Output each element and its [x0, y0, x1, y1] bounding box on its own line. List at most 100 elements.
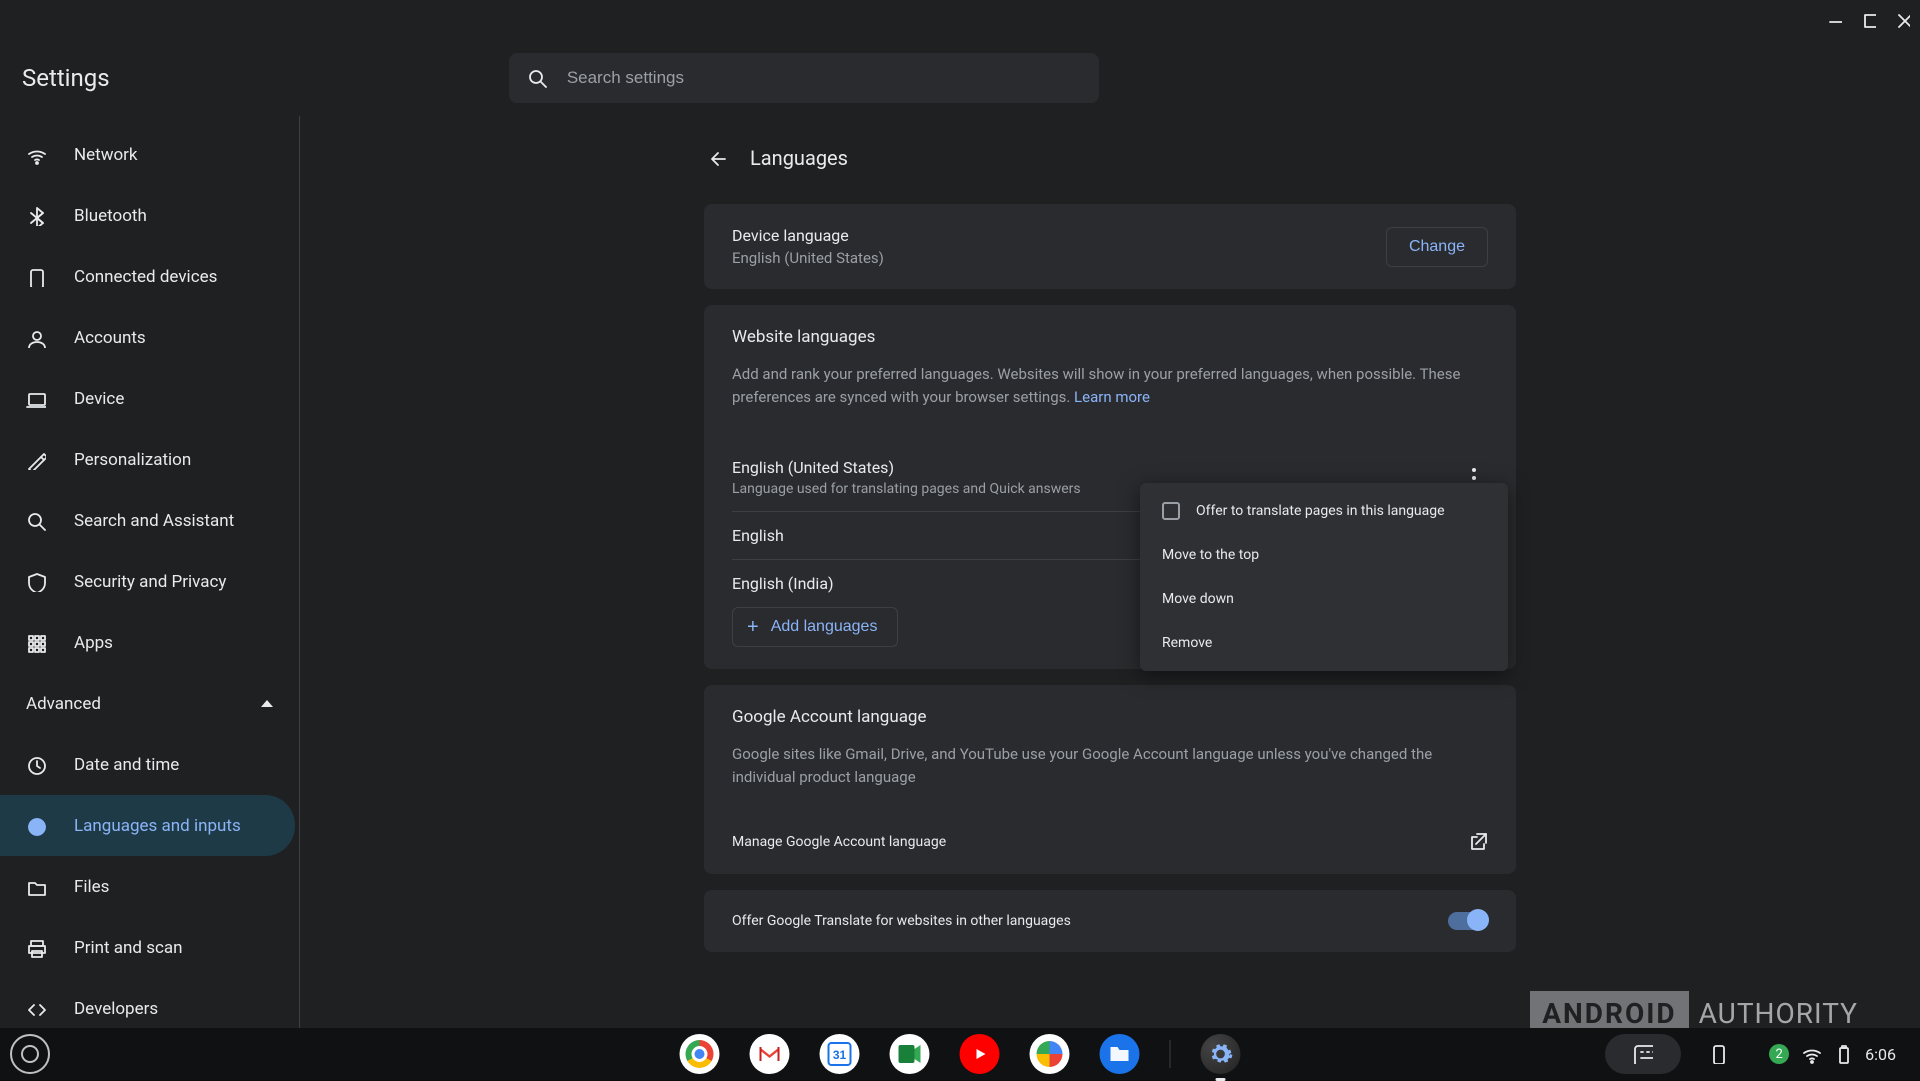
content[interactable]: Languages Device language English (Unite…	[300, 116, 1920, 1038]
status-tray[interactable]: 2 6:06	[1755, 1034, 1910, 1074]
chrome-icon	[686, 1040, 714, 1068]
menu-offer-translate[interactable]: Offer to translate pages in this languag…	[1140, 489, 1508, 533]
back-button[interactable]	[704, 144, 732, 172]
app-title: Settings	[22, 64, 110, 92]
search-icon	[527, 68, 547, 88]
sidebar-advanced-toggle[interactable]: Advanced	[0, 673, 299, 734]
launcher-button[interactable]	[10, 1034, 50, 1074]
search-box[interactable]	[509, 53, 1099, 103]
sidebar-item-print-scan[interactable]: Print and scan	[0, 917, 295, 978]
card-device-language: Device language English (United States) …	[704, 204, 1516, 289]
checkbox-icon[interactable]	[1162, 502, 1180, 520]
page-title: Languages	[750, 146, 848, 170]
sidebar-item-personalization[interactable]: Personalization	[0, 429, 295, 490]
sidebar-item-bluetooth[interactable]: Bluetooth	[0, 185, 295, 246]
shelf-app-files[interactable]	[1100, 1034, 1140, 1074]
sidebar-item-device[interactable]: Device	[0, 368, 295, 429]
shelf-app-photos[interactable]	[1030, 1034, 1070, 1074]
sidebar-item-label: Developers	[74, 999, 158, 1019]
menu-move-down[interactable]: Move down	[1140, 577, 1508, 621]
manage-google-account-language[interactable]: Manage Google Account language	[704, 810, 1516, 874]
search-input[interactable]	[565, 67, 1081, 89]
youtube-icon	[969, 1046, 991, 1062]
sidebar-item-label: Apps	[74, 633, 113, 653]
shelf-app-calendar[interactable]: 31	[820, 1034, 860, 1074]
sidebar-item-network[interactable]: Network	[0, 124, 295, 185]
sidebar-item-label: Languages and inputs	[74, 816, 241, 836]
shelf-app-meet[interactable]	[890, 1034, 930, 1074]
personalization-icon	[26, 450, 48, 470]
keyboard-icon	[1633, 1044, 1653, 1064]
menu-move-top[interactable]: Move to the top	[1140, 533, 1508, 577]
wifi-status-icon	[1801, 1044, 1821, 1064]
shelf-app-settings[interactable]	[1201, 1034, 1241, 1074]
body: Network Bluetooth Connected devices Acco…	[0, 116, 1920, 1038]
minimize-icon	[1826, 10, 1842, 30]
card-google-account-language: Google Account language Google sites lik…	[704, 685, 1516, 874]
language-name: English (India)	[732, 574, 834, 593]
sidebar-item-label: Security and Privacy	[74, 572, 226, 592]
accounts-icon	[26, 328, 48, 348]
card-offer-translate: Offer Google Translate for websites in o…	[704, 890, 1516, 952]
menu-remove[interactable]: Remove	[1140, 621, 1508, 665]
phone-hub-button[interactable]	[1697, 1034, 1739, 1074]
sidebar-item-label: Search and Assistant	[74, 511, 234, 531]
photos-icon	[1037, 1041, 1063, 1067]
phone-icon	[1708, 1044, 1728, 1064]
watermark-authority: AUTHORITY	[1699, 997, 1858, 1030]
change-button[interactable]: Change	[1386, 227, 1488, 267]
sidebar-item-label: Connected devices	[74, 267, 217, 287]
bluetooth-icon	[26, 206, 48, 226]
language-context-menu[interactable]: Offer to translate pages in this languag…	[1140, 483, 1508, 671]
shelf-app-chrome[interactable]	[680, 1034, 720, 1074]
sidebar-item-connected-devices[interactable]: Connected devices	[0, 246, 295, 307]
menu-item-label: Move down	[1162, 591, 1234, 607]
clock-icon	[26, 755, 48, 775]
shelf-status: 2 6:06	[1605, 1034, 1910, 1074]
menu-item-label: Offer to translate pages in this languag…	[1196, 503, 1445, 519]
close-button[interactable]	[1894, 12, 1910, 28]
shelf-app-youtube[interactable]	[960, 1034, 1000, 1074]
svg-text:31: 31	[833, 1048, 847, 1062]
device-language-value: English (United States)	[732, 249, 884, 267]
sidebar-item-apps[interactable]: Apps	[0, 612, 295, 673]
shelf-separator	[1170, 1040, 1171, 1068]
folder-icon	[26, 877, 48, 897]
add-languages-label: Add languages	[771, 618, 878, 636]
shelf-app-gmail[interactable]	[750, 1034, 790, 1074]
maximize-button[interactable]	[1860, 12, 1876, 28]
sidebar-item-label: Personalization	[74, 450, 191, 470]
minimize-button[interactable]	[1826, 12, 1842, 28]
sidebar-item-label: Print and scan	[74, 938, 183, 958]
language-name: English	[732, 526, 784, 545]
maximize-icon	[1860, 10, 1876, 30]
add-languages-button[interactable]: + Add languages	[732, 607, 898, 647]
sidebar-item-search-assistant[interactable]: Search and Assistant	[0, 490, 295, 551]
sidebar-item-languages-inputs[interactable]: Languages and inputs	[0, 795, 295, 856]
files-icon	[1109, 1045, 1131, 1063]
sidebar-item-security-privacy[interactable]: Security and Privacy	[0, 551, 295, 612]
sidebar-item-accounts[interactable]: Accounts	[0, 307, 295, 368]
learn-more-link[interactable]: Learn more	[1074, 388, 1150, 406]
section-title: Website languages	[732, 327, 1488, 347]
menu-item-label: Move to the top	[1162, 547, 1259, 563]
external-link-icon	[1468, 830, 1488, 854]
calendar-icon: 31	[827, 1041, 853, 1067]
page-header: Languages	[704, 128, 1516, 188]
sidebar-item-label: Accounts	[74, 328, 146, 348]
sidebar-item-label: Date and time	[74, 755, 179, 775]
sidebar-advanced-label: Advanced	[26, 694, 101, 714]
globe-icon	[26, 816, 48, 836]
arrow-left-icon	[708, 148, 728, 168]
card-website-languages: Website languages Add and rank your pref…	[704, 305, 1516, 669]
settings-window: Settings Network Bluetooth	[0, 0, 1920, 1038]
sidebar-item-files[interactable]: Files	[0, 856, 295, 917]
sidebar-item-date-time[interactable]: Date and time	[0, 734, 295, 795]
chevron-up-icon	[261, 700, 273, 707]
gear-icon	[1208, 1041, 1234, 1067]
offer-translate-toggle[interactable]	[1448, 912, 1488, 930]
shelf: 31 2 6:06	[0, 1028, 1920, 1080]
search-assistant-icon	[26, 511, 48, 531]
sidebar[interactable]: Network Bluetooth Connected devices Acco…	[0, 116, 300, 1038]
virtual-keyboard-button[interactable]	[1605, 1034, 1681, 1074]
